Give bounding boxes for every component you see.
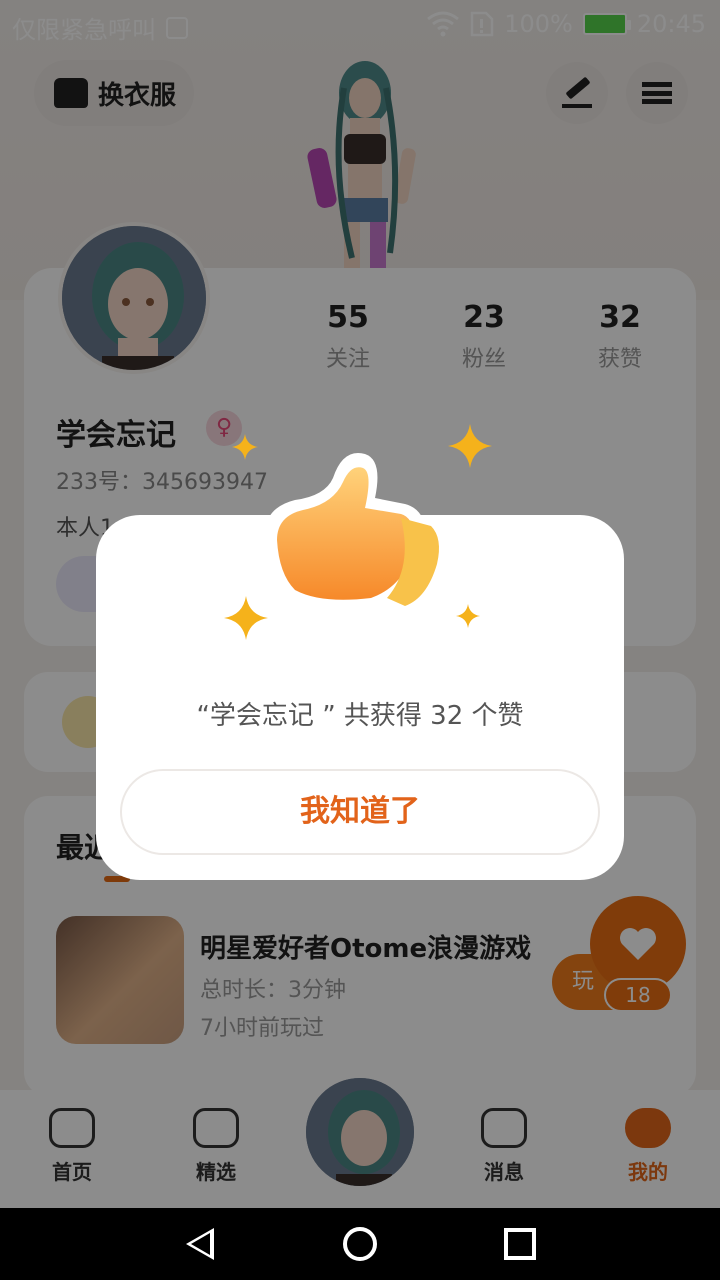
back-icon[interactable]: [186, 1228, 214, 1260]
sparkle-icon: [232, 434, 258, 460]
dialog-message: “学会忘记 ” 共获得 32 个赞: [196, 701, 524, 731]
sparkle-icon: [224, 596, 268, 640]
sparkle-icon: [448, 424, 492, 468]
sparkle-icon: [456, 604, 480, 628]
thumbs-up-icon: [264, 453, 439, 610]
got-it-button[interactable]: 我知道了: [120, 769, 600, 855]
home-icon[interactable]: [343, 1227, 377, 1261]
recent-apps-icon[interactable]: [504, 1228, 536, 1260]
